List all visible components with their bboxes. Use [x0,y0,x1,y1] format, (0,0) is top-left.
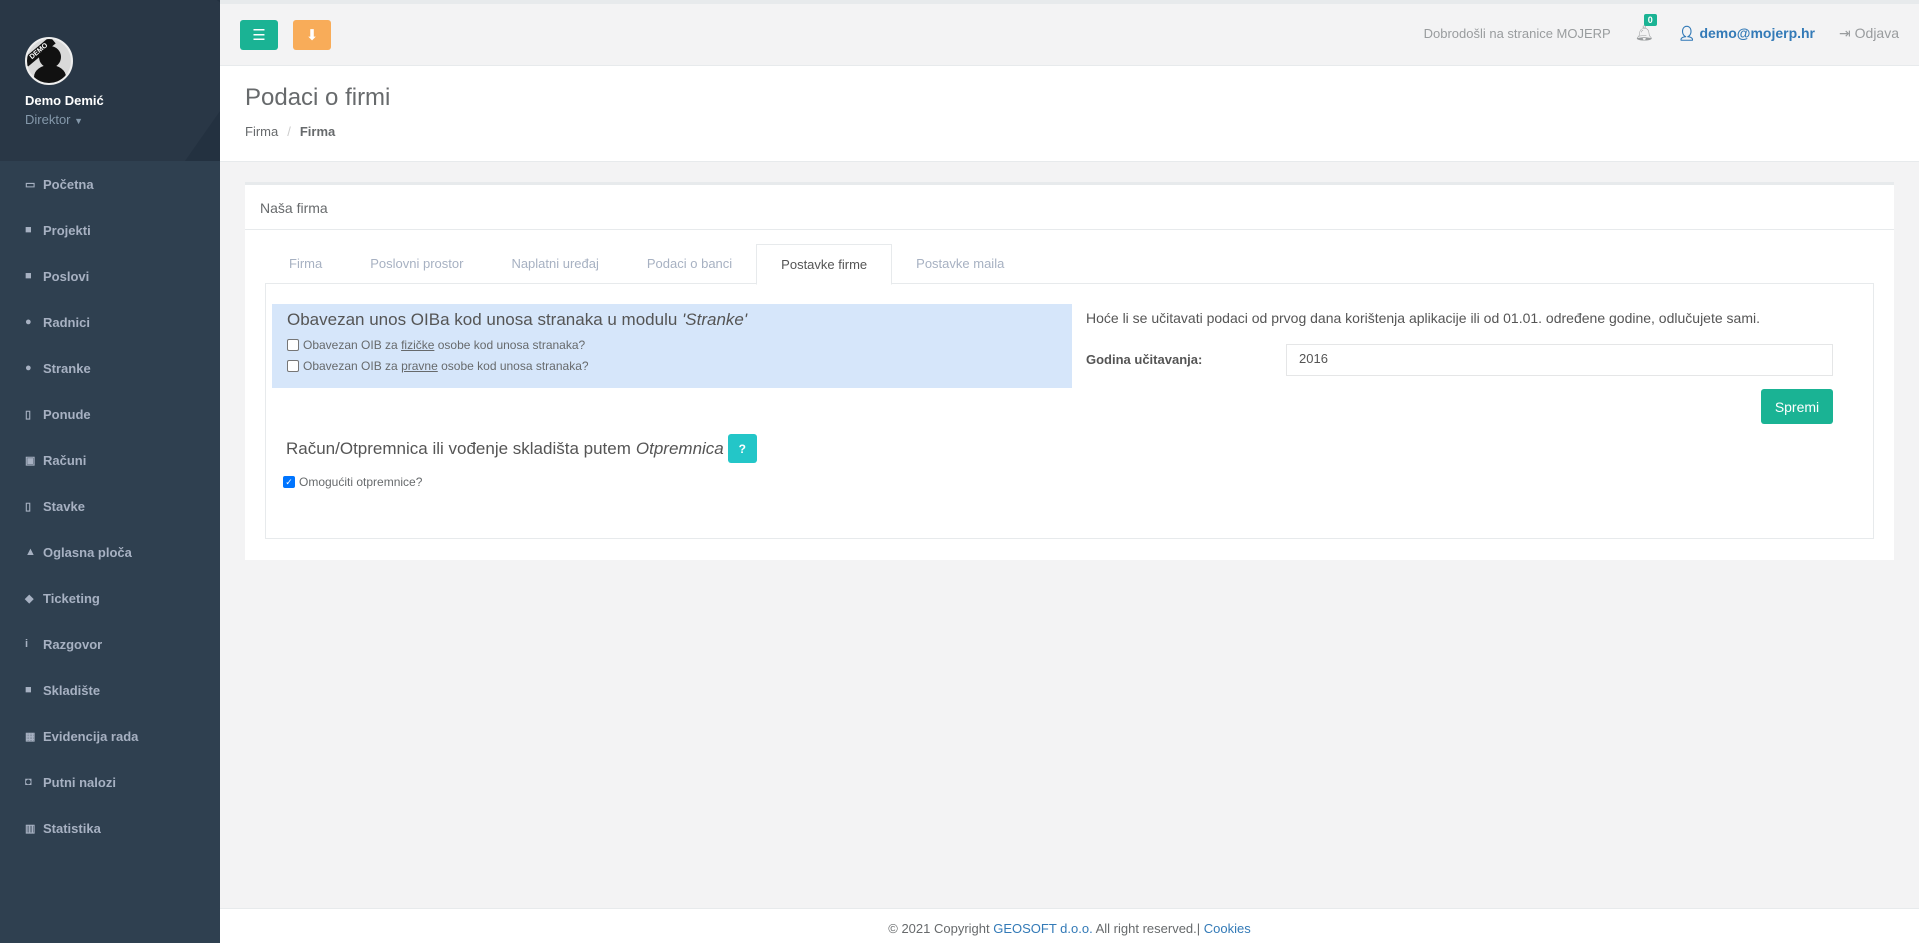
sidebar-item-poslovi[interactable]: ■ Poslovi [0,253,220,299]
sidebar-item-ticketing[interactable]: ◆ Ticketing [0,575,220,621]
sidebar: DEMO Demo Demić Direktor ▼ ▭ Početna ■ Pro… [0,0,220,943]
sign-out-icon: ⇥ [1839,24,1851,41]
caret-down-icon: ▼ [74,116,84,126]
tab-naplatni-uredaj[interactable]: Naplatni uređaj [487,244,622,284]
sidebar-item-evidencija-rada[interactable]: ▦ Evidencija rada [0,713,220,759]
bars-icon: ☰ [252,27,266,44]
logout-link[interactable]: ⇥ Odjava [1839,25,1899,42]
laptop-icon: ▭ [25,178,36,191]
sidebar-item-racuni[interactable]: ▣ Računi [0,437,220,483]
notifications-badge: 0 [1643,14,1657,26]
user-link[interactable]: 👤︎ demo@mojerp.hr [1678,25,1815,42]
tag-icon: ◆ [25,592,34,605]
profile-panel: DEMO Demo Demić Direktor ▼ [0,0,220,161]
sidebar-item-putni-nalozi[interactable]: ◘ Putni nalozi [0,759,220,805]
sidebar-item-stranke[interactable]: ● Stranke [0,345,220,391]
page-heading: Podaci o firmi Firma / Firma [220,66,1919,162]
tab-poslovni-prostor[interactable]: Poslovni prostor [346,244,487,284]
footer: © 2021 Copyright GEOSOFT d.o.o. All righ… [220,908,1919,943]
calendar-icon: ▦ [25,730,36,743]
oib-pravne-checkbox[interactable] [287,360,299,372]
oib-fizicke-checkbox[interactable] [287,339,299,351]
sidebar-nav: ▭ Početna ■ Projekti ■ Poslovi ● Radnici ● St… [0,161,220,851]
year-info-text: Hoće li se učitavati podaci od prvog dan… [1086,310,1760,326]
avatar[interactable]: DEMO [25,37,73,85]
breadcrumb-item[interactable]: Firma [245,124,278,139]
file-icon: ▯ [25,500,32,513]
oib-heading: Obavezan unos OIBa kod unosa stranaka u … [287,310,748,329]
notifications-button[interactable]: 🔔︎ 0 [1634,14,1657,42]
download-button[interactable]: ⬇ [293,20,331,50]
oib-fizicke-row: Obavezan OIB za fizičke osobe kod unosa … [287,338,1057,352]
oib-settings: Obavezan unos OIBa kod unosa stranaka u … [272,304,1072,388]
car-icon: ◘ [25,776,32,788]
sidebar-item-statistika[interactable]: ▥ Statistika [0,805,220,851]
company-link[interactable]: GEOSOFT d.o.o. [993,921,1092,936]
otpremnica-settings: Račun/Otpremnica ili vođenje skladišta p… [283,434,757,496]
arrow-down-icon: ⬇ [305,27,319,44]
panel-title: Naša firma [245,182,1894,230]
otpremnica-checkbox[interactable]: ✓ [283,476,295,488]
file-icon: ▯ [25,408,32,421]
briefcase-icon: ■ [25,224,32,236]
tab-bar: Firma Poslovni prostor Naplatni uređaj P… [265,244,1874,285]
sidebar-item-razgovor[interactable]: i Razgovor [0,621,220,667]
money-icon: ▣ [25,454,36,467]
user-icon: 👤︎ [1677,24,1696,41]
tab-podaci-o-banci[interactable]: Podaci o banci [623,244,756,284]
year-label: Godina učitavanja: [1086,352,1203,367]
briefcase-icon: ■ [25,270,32,282]
profile-role-dropdown[interactable]: Direktor ▼ [25,112,220,127]
sidebar-item-radnici[interactable]: ● Radnici [0,299,220,345]
bell-icon: ▲ [25,546,36,558]
tab-firma[interactable]: Firma [265,244,346,284]
bell-icon: 🔔︎ [1634,25,1654,42]
oib-pravne-row: Obavezan OIB za pravne osobe kod unosa s… [287,359,1057,373]
top-navbar: ☰ ⬇ Dobrodošli na stranice MOJERP 🔔︎ 0 👤︎… [220,0,1919,66]
bar-chart-icon: ▥ [25,822,36,835]
settings-panel: Naša firma Firma Poslovni prostor Naplat… [245,182,1894,560]
profile-name: Demo Demić [25,93,104,108]
cookies-link[interactable]: Cookies [1204,921,1251,936]
info-icon: i [25,638,29,650]
tab-content: Obavezan unos OIBa kod unosa stranaka u … [265,284,1874,539]
users-icon: ● [25,316,32,328]
otpremnica-heading: Račun/Otpremnica ili vođenje skladišta p… [286,434,757,463]
help-button[interactable]: ? [727,434,757,463]
sidebar-item-oglasna-ploca[interactable]: ▲ Oglasna ploča [0,529,220,575]
breadcrumb-active: Firma [299,124,336,139]
archive-icon: ■ [25,684,32,696]
sidebar-item-skladiste[interactable]: ■ Skladište [0,667,220,713]
year-settings: Hoće li se učitavati podaci od prvog dan… [1086,304,1863,424]
sidebar-item-projekti[interactable]: ■ Projekti [0,207,220,253]
sidebar-item-pocetna[interactable]: ▭ Početna [0,161,220,207]
breadcrumb: Firma / Firma [245,124,336,139]
sidebar-item-ponude[interactable]: ▯ Ponude [0,391,220,437]
main-content: Naša firma Firma Poslovni prostor Naplat… [220,162,1919,908]
tab-postavke-maila[interactable]: Postavke maila [892,244,1028,284]
menu-toggle-button[interactable]: ☰ [240,20,278,50]
welcome-text: Dobrodošli na stranice MOJERP [1423,25,1611,41]
year-input[interactable]: 2016 [1286,344,1833,376]
page-title: Podaci o firmi [245,84,391,111]
otpremnica-row: ✓ Omogućiti otpremnice? [283,475,757,489]
save-button[interactable]: Spremi [1761,389,1833,424]
users-icon: ● [25,362,32,374]
tab-postavke-firme[interactable]: Postavke firme [756,244,893,285]
sidebar-item-stavke[interactable]: ▯ Stavke [0,483,220,529]
